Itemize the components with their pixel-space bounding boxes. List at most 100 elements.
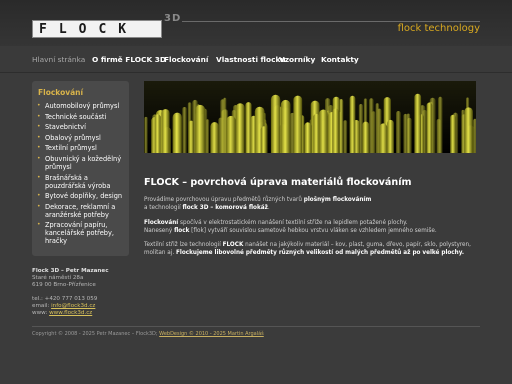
bullet-icon: • [37, 221, 41, 229]
sidebar-item-footwear[interactable]: • Obuvnický a kožedělný průmysl [37, 155, 127, 171]
sidebar-item-label: Obalový průmysl [45, 133, 101, 142]
fiber-shape [332, 108, 339, 153]
nav-item-about[interactable]: O firmě FLOCK 3D [92, 55, 166, 64]
sidebar-list: • Automobilový průmysl • Technické součást… [37, 102, 127, 248]
sidebar-item-construction[interactable]: • Stavebnictví [37, 123, 127, 131]
sidebar-item-technical-parts[interactable]: • Technické součásti [37, 113, 127, 121]
fiber-shape [195, 104, 206, 153]
flocking-text-3: [flok] vytváří souvislou sametově hebkou… [189, 228, 437, 235]
materials-text-3: molitan aj. [144, 250, 176, 257]
fiber-shape [220, 99, 226, 153]
nav-item-contacts[interactable]: Kontakty [321, 55, 359, 64]
intro-paragraph: Provádíme povrchovou úpravu předmětů růz… [144, 196, 479, 213]
fiber-shape [161, 109, 170, 153]
contact-city: 619 00 Brno-Přízřenice [32, 282, 96, 288]
contact-phone: tel.: +420 777 013 059 [32, 296, 98, 302]
sidebar-item-label: Automobilový průmysl [45, 102, 120, 110]
fiber-shape [349, 95, 356, 153]
fiber-shape [414, 93, 422, 153]
fiber-shape [313, 113, 320, 153]
sidebar-item-label: Stavebnictví [45, 123, 86, 132]
sidebar-item-automotive[interactable]: • Automobilový průmysl [37, 102, 127, 110]
sidebar: Flockování • Automobilový průmysl • Techni… [32, 81, 129, 256]
bullet-icon: • [37, 133, 41, 141]
bullet-icon: • [37, 102, 41, 109]
bullet-icon: • [37, 173, 41, 181]
sidebar-item-label: Dekorace, reklamní a aranžérské potřeby [45, 202, 116, 219]
nav-item-home[interactable]: Hlavní stránka [32, 55, 85, 64]
intro-text-2: a technologií [144, 205, 183, 212]
fiber-shape [304, 122, 312, 153]
sidebar-item-paper[interactable]: • Zpracování papíru, kancelářské potřeby,… [37, 221, 127, 245]
contact-email-row: email: info@flock3d.cz [32, 303, 152, 310]
materials-paragraph: Textilní střiž lze technologií FLOCK nan… [144, 241, 479, 258]
sidebar-item-label: Brašnářská a pouzdrářská výroba [45, 173, 111, 190]
page-title: FLOCK – povrchová úprava materiálů flock… [144, 177, 412, 188]
sidebar-item-textile[interactable]: • Textilní průmysl [37, 144, 127, 152]
fiber-shape [210, 122, 219, 153]
copyright-text: Copyright © 2008 - 2025 Petr Mazanec – F… [32, 331, 158, 337]
sidebar-item-home-design[interactable]: • Bytové doplňky, design [37, 192, 127, 200]
fiber-shape [293, 95, 303, 153]
fiber-shape [270, 94, 281, 153]
sidebar-title[interactable]: Flockování [38, 88, 83, 97]
intro-highlight-2: flock 3D – komorová flokáž [182, 205, 268, 212]
logo-3d-mark: 3D [164, 13, 182, 24]
contact-street: Staré náměstí 28a [32, 275, 84, 281]
sidebar-item-bags[interactable]: • Brašnářská a pouzdrářská výroba [37, 174, 127, 190]
bullet-icon: • [37, 112, 41, 120]
fiber-shape [144, 116, 148, 153]
sidebar-item-decorations[interactable]: • Dekorace, reklamní a aranžérské potřeby [37, 203, 127, 219]
sidebar-item-label: Bytové doplňky, design [45, 192, 123, 201]
fiber-shape [369, 98, 374, 153]
fiber-shape [182, 107, 187, 153]
contact-block: Flock 3D – Petr Mazanec Staré náměstí 28… [32, 268, 152, 317]
fiber-shape [387, 119, 394, 153]
fiber-shape [280, 99, 291, 153]
webdesign-link[interactable]: WebDesign © 2010 - 2025 Martin Argaláš [159, 331, 264, 337]
flocking-term: Flockování [144, 220, 179, 226]
fiber-shape [464, 107, 473, 153]
fiber-shape [343, 120, 348, 153]
intro-text-3: . [267, 205, 270, 212]
bullet-icon: • [37, 154, 41, 162]
sidebar-item-label: Textilní průmysl [45, 144, 97, 153]
contact-name: Flock 3D – Petr Mazanec [32, 268, 109, 274]
fiber-shape [426, 102, 433, 153]
fiber-shape [235, 103, 245, 153]
intro-highlight: plošným flockováním [303, 197, 372, 203]
fiber-shape [188, 120, 194, 153]
flock-fibers-banner [144, 81, 476, 153]
materials-text: Textilní střiž lze technologií [144, 242, 223, 248]
footer: Copyright © 2008 - 2025 Petr Mazanec – F… [32, 331, 264, 337]
logo[interactable]: FLOCK [32, 20, 162, 38]
sidebar-item-label: Obuvnický a kožedělný průmysl [45, 154, 122, 171]
fiber-shape [406, 113, 411, 153]
contact-email-link[interactable]: info@flock3d.cz [51, 303, 95, 309]
fiber-shape [205, 119, 210, 153]
fiber-shape [438, 96, 443, 153]
sidebar-item-label: Zpracování papíru, kancelářské potřeby, … [45, 221, 114, 246]
bullet-icon: • [37, 192, 41, 200]
materials-highlight: Flockujeme libovolné předměty různých ve… [176, 250, 465, 257]
contact-web-row: www: www.flock3d.cz [32, 310, 152, 317]
fiber-shape [260, 126, 267, 153]
flocking-text: spočívá v elektrostatickém nanášení text… [178, 220, 408, 226]
nav-item-properties[interactable]: Vlastnosti flocku [216, 55, 286, 64]
flocking-paragraph: Flockování spočívá v elektrostatickém na… [144, 219, 479, 236]
flock-fibers-image [144, 81, 476, 153]
tagline: flock technology [397, 23, 480, 34]
sidebar-item-packaging[interactable]: • Obalový průmysl [37, 134, 127, 142]
bullet-icon: • [37, 202, 41, 210]
site-header: FLOCK 3D flock technology [0, 0, 512, 46]
intro-text: Provádíme povrchovou úpravu předmětů růz… [144, 197, 304, 203]
header-divider [182, 21, 480, 22]
nav-item-flocking[interactable]: Flockování [164, 55, 208, 64]
flock-term: flock [174, 228, 190, 235]
nav-item-samples[interactable]: Vzorníky [279, 55, 315, 64]
contact-web-link[interactable]: www.flock3d.cz [49, 310, 92, 316]
fiber-shape [396, 111, 401, 153]
flocking-text-2: Nanesený [144, 228, 175, 235]
fiber-shape [362, 121, 370, 153]
fiber-shape [154, 114, 161, 153]
